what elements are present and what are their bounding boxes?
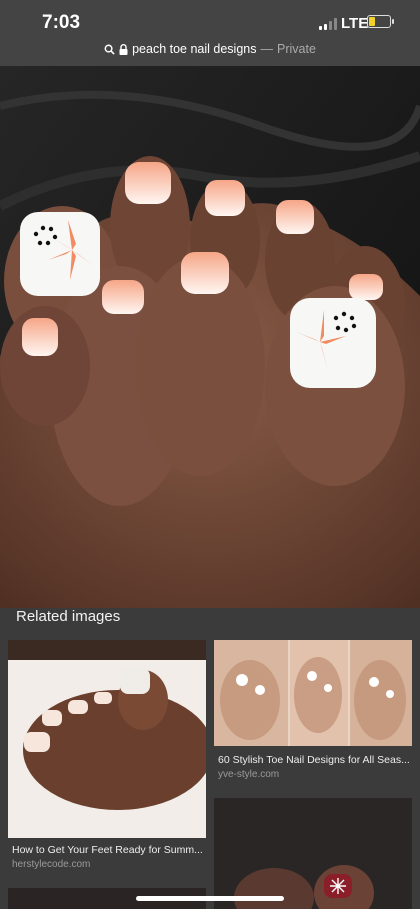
- signal-icon: [319, 18, 337, 30]
- related-card-2-title: 60 Stylish Toe Nail Designs for All Seas…: [218, 754, 410, 766]
- home-indicator[interactable]: [136, 896, 284, 901]
- related-image-3: [214, 798, 412, 909]
- related-card-1-source: herstylecode.com: [12, 859, 91, 870]
- related-image-2: [214, 640, 412, 746]
- lock-icon: [119, 43, 128, 55]
- main-image[interactable]: [0, 66, 420, 608]
- related-images-heading: Related images: [16, 608, 121, 625]
- related-card-3[interactable]: [214, 798, 412, 909]
- related-card-2[interactable]: 60 Stylish Toe Nail Designs for All Seas…: [214, 640, 412, 790]
- search-query: peach toe nail designs: [132, 42, 257, 56]
- related-card-1-title: How to Get Your Feet Ready for Summ...: [12, 844, 203, 856]
- search-icon: [104, 44, 115, 55]
- status-time: 7:03: [42, 12, 81, 33]
- status-bar: 7:03 LTE: [0, 0, 420, 40]
- related-card-2-source: yve-style.com: [218, 769, 280, 780]
- address-bar[interactable]: peach toe nail designs — Private: [0, 40, 420, 66]
- network-type: LTE: [341, 15, 369, 32]
- url-separator: —: [260, 42, 274, 56]
- related-image-1: [8, 640, 206, 838]
- battery-icon: [367, 15, 394, 28]
- related-card-1[interactable]: How to Get Your Feet Ready for Summ... h…: [8, 640, 206, 880]
- private-mode-label: Private: [277, 42, 316, 56]
